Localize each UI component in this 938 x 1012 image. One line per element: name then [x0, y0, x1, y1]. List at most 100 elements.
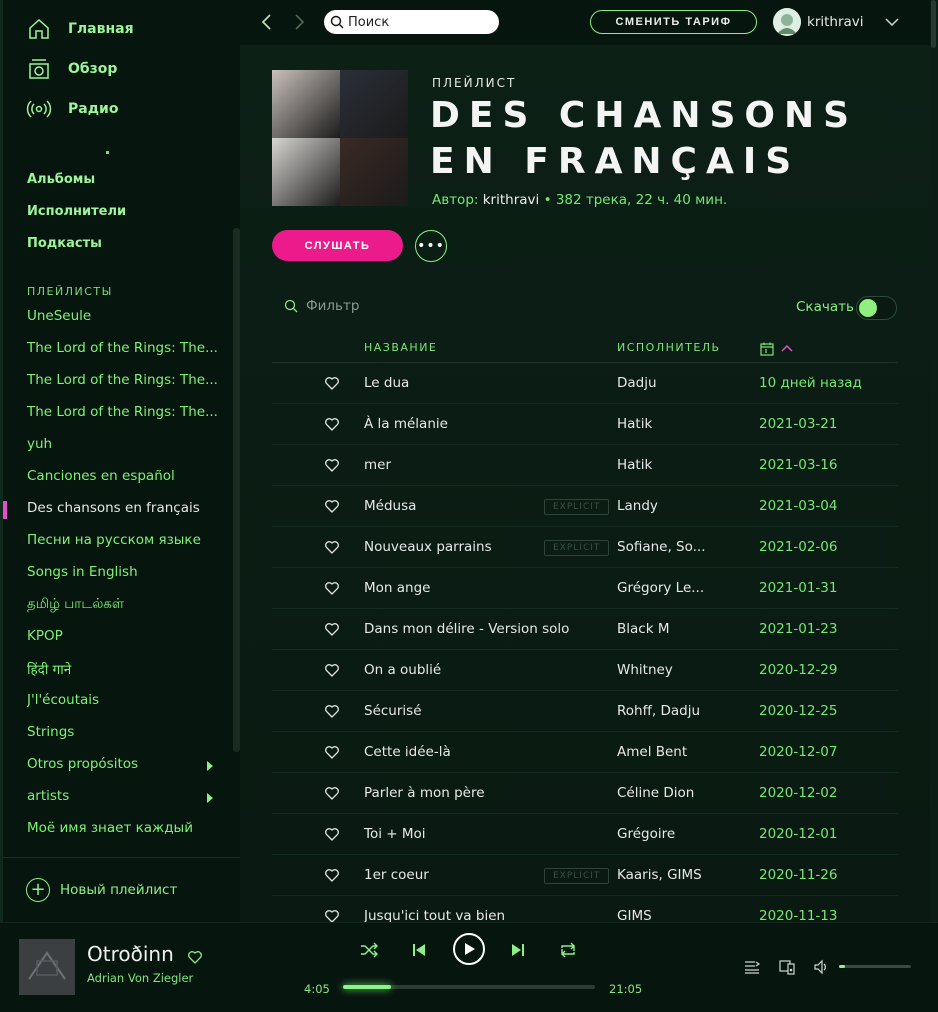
- back-button[interactable]: [258, 12, 276, 32]
- heart-icon[interactable]: [324, 457, 340, 473]
- play-pause-button[interactable]: [453, 933, 485, 965]
- nav-radio[interactable]: Радио: [26, 96, 118, 122]
- sidebar-item-playlist[interactable]: Canciones en español: [27, 468, 217, 488]
- table-row[interactable]: Nouveaux parrains EXPLICIT Sofiane, So... 2…: [272, 527, 898, 568]
- sidebar-item-playlist[interactable]: हिंदी गाने: [27, 660, 217, 680]
- table-row[interactable]: 1er coeur EXPLICIT Kaaris, GIMS 2020-11-26: [272, 855, 898, 896]
- table-row[interactable]: Sécurisé Rohff, Dadju 2020-12-25: [272, 691, 898, 732]
- owner-link[interactable]: krithravi: [483, 192, 540, 208]
- now-playing-cover[interactable]: [19, 939, 75, 995]
- nav-home[interactable]: Главная: [26, 16, 134, 42]
- sidebar-item-playlist[interactable]: artists: [27, 788, 217, 808]
- volume-icon[interactable]: [813, 959, 829, 975]
- now-playing-title[interactable]: Otroðinn: [87, 942, 174, 966]
- next-icon[interactable]: [508, 940, 528, 960]
- table-row[interactable]: Toi + Moi Grégoire 2020-12-01: [272, 814, 898, 855]
- username[interactable]: krithravi: [807, 14, 864, 30]
- calendar-icon[interactable]: [759, 341, 775, 357]
- play-button[interactable]: СЛУШАТЬ: [272, 230, 403, 261]
- track-artist[interactable]: Dadju: [617, 375, 657, 391]
- folder-expand-icon[interactable]: [207, 793, 213, 803]
- previous-icon[interactable]: [409, 940, 429, 960]
- table-row[interactable]: Le dua Dadju 10 дней назад: [272, 363, 898, 404]
- filter-input[interactable]: [306, 298, 506, 314]
- nav-browse[interactable]: Обзор: [26, 56, 117, 82]
- repeat-icon[interactable]: [558, 940, 578, 960]
- library-albums[interactable]: Альбомы: [27, 172, 95, 187]
- volume-slider[interactable]: [839, 965, 911, 968]
- folder-expand-icon[interactable]: [207, 761, 213, 771]
- heart-icon[interactable]: [324, 621, 340, 637]
- devices-icon[interactable]: [779, 959, 795, 975]
- queue-icon[interactable]: [744, 959, 760, 975]
- search-input[interactable]: [348, 14, 493, 30]
- heart-icon[interactable]: [324, 375, 340, 391]
- library-podcasts[interactable]: Подкасты: [27, 236, 102, 251]
- track-artist[interactable]: Landy: [617, 498, 658, 514]
- heart-icon[interactable]: [324, 662, 340, 678]
- new-playlist-button[interactable]: + Новый плейлист: [26, 878, 177, 902]
- table-row[interactable]: Mon ange Grégory Le... 2021-01-31: [272, 568, 898, 609]
- track-artist[interactable]: Grégoire: [617, 826, 675, 842]
- progress-bar[interactable]: [343, 985, 595, 989]
- filter-box[interactable]: [284, 298, 506, 314]
- track-artist[interactable]: Rohff, Dadju: [617, 703, 700, 719]
- table-row[interactable]: Dans mon délire - Version solo Black M 202…: [272, 609, 898, 650]
- upgrade-button[interactable]: СМЕНИТЬ ТАРИФ: [590, 10, 757, 34]
- sidebar-item-playlist[interactable]: Моё имя знает каждый: [27, 820, 217, 840]
- track-artist[interactable]: Black M: [617, 621, 669, 637]
- table-row[interactable]: mer Hatik 2021-03-16: [272, 445, 898, 486]
- table-row[interactable]: Jusqu'ici tout va bien GIMS 2020-11-13: [272, 896, 898, 922]
- sidebar-item-playlist[interactable]: UneSeule: [27, 308, 217, 328]
- heart-icon[interactable]: [324, 539, 340, 555]
- chevron-down-icon[interactable]: [884, 14, 900, 30]
- track-artist[interactable]: Kaaris, GIMS: [617, 867, 702, 883]
- heart-icon[interactable]: [324, 826, 340, 842]
- sidebar-item-playlist[interactable]: Des chansons en français: [27, 500, 217, 520]
- avatar[interactable]: [773, 8, 801, 36]
- heart-icon[interactable]: [324, 703, 340, 719]
- track-artist[interactable]: Céline Dion: [617, 785, 694, 801]
- library-artists[interactable]: Исполнители: [27, 204, 126, 219]
- sidebar-item-playlist[interactable]: J'l'écoutais: [27, 692, 217, 712]
- heart-icon[interactable]: [324, 498, 340, 514]
- main-scrollbar-thumb[interactable]: [931, 0, 936, 48]
- sidebar-item-playlist[interactable]: yuh: [27, 436, 217, 456]
- heart-icon[interactable]: [324, 416, 340, 432]
- column-title[interactable]: НАЗВАНИЕ: [364, 341, 437, 354]
- heart-icon[interactable]: [324, 867, 340, 883]
- forward-button[interactable]: [290, 12, 308, 32]
- track-artist[interactable]: Hatik: [617, 457, 652, 473]
- heart-icon[interactable]: [324, 580, 340, 596]
- sidebar-item-playlist[interactable]: Песни на русском языке: [27, 532, 217, 552]
- download-toggle[interactable]: [856, 296, 897, 320]
- sidebar-scrollbar[interactable]: [233, 228, 240, 752]
- track-artist[interactable]: GIMS: [617, 908, 652, 922]
- sidebar-item-playlist[interactable]: தமிழ் பாடல்கள்: [27, 596, 217, 616]
- table-row[interactable]: Parler à mon père Céline Dion 2020-12-02: [272, 773, 898, 814]
- sort-ascending-icon[interactable]: [780, 343, 794, 353]
- sidebar-item-playlist[interactable]: Otros propósitos: [27, 756, 217, 776]
- sidebar-item-playlist[interactable]: KPOP: [27, 628, 217, 648]
- table-row[interactable]: À la mélanie Hatik 2021-03-21: [272, 404, 898, 445]
- sidebar-item-playlist[interactable]: Songs in English: [27, 564, 217, 584]
- heart-icon[interactable]: [324, 908, 340, 922]
- more-options-button[interactable]: •••: [415, 230, 447, 262]
- table-row[interactable]: Cette idée-là Amel Bent 2020-12-07: [272, 732, 898, 773]
- heart-icon[interactable]: [324, 785, 340, 801]
- now-playing-artist[interactable]: Adrian Von Ziegler: [87, 971, 193, 985]
- main-scrollbar[interactable]: [930, 0, 938, 922]
- track-artist[interactable]: Hatik: [617, 416, 652, 432]
- track-artist[interactable]: Grégory Le...: [617, 580, 704, 596]
- shuffle-icon[interactable]: [359, 940, 379, 960]
- sidebar-item-playlist[interactable]: The Lord of the Rings: The...: [27, 340, 217, 360]
- table-row[interactable]: On a oublié Whitney 2020-12-29: [272, 650, 898, 691]
- sidebar-item-playlist[interactable]: The Lord of the Rings: The...: [27, 372, 217, 392]
- sidebar-item-playlist[interactable]: Strings: [27, 724, 217, 744]
- table-row[interactable]: Médusa EXPLICIT Landy 2021-03-04: [272, 486, 898, 527]
- sidebar-item-playlist[interactable]: The Lord of the Rings: The...: [27, 404, 217, 424]
- column-artist[interactable]: ИСПОЛНИТЕЛЬ: [617, 341, 721, 354]
- search-box[interactable]: [324, 10, 499, 34]
- track-artist[interactable]: Sofiane, So...: [617, 539, 706, 555]
- track-artist[interactable]: Whitney: [617, 662, 673, 678]
